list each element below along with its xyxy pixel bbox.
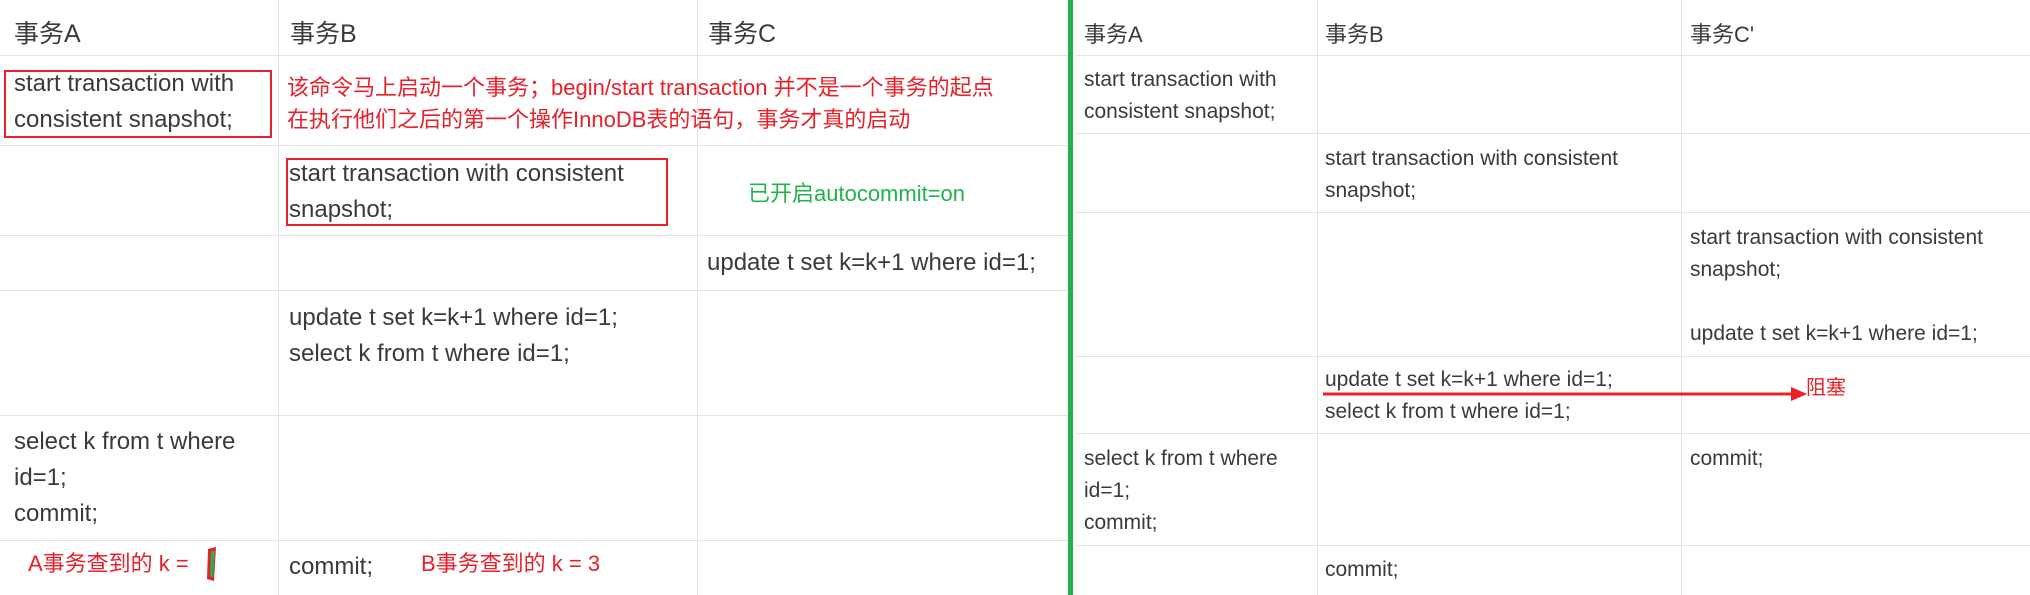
- right-table-panel: 事务A 事务B 事务C' start transaction with cons…: [1076, 0, 2030, 595]
- grid-hline: [0, 540, 1070, 541]
- grid-hline: [0, 290, 1070, 291]
- grid-vline: [1317, 0, 1318, 595]
- annotation-a-result: A事务查到的 k =: [28, 551, 189, 576]
- grid-vline: [278, 0, 279, 595]
- grid-hline: [0, 55, 1070, 56]
- grid-hline: [1076, 356, 2030, 357]
- cell-b-update-select: update t set k=k+1 where id=1; select k …: [289, 304, 618, 367]
- blocked-arrow-icon: [1323, 387, 1807, 401]
- header-transaction-a: 事务A: [14, 20, 81, 48]
- grid-hline: [1076, 133, 2030, 134]
- grid-hline: [1076, 433, 2030, 434]
- scribble-mark: [207, 547, 216, 581]
- grid-hline: [1076, 545, 2030, 546]
- grid-vline: [1681, 0, 1682, 595]
- cell-a-start-snapshot: start transaction with consistent snapsh…: [1084, 68, 1277, 123]
- highlight-box: [4, 70, 272, 138]
- grid-hline: [1076, 212, 2030, 213]
- cell-a-select-commit: select k from t where id=1; commit;: [1084, 447, 1278, 534]
- header-transaction-b: 事务B: [290, 20, 357, 48]
- annotation-start-note: 该命令马上启动一个事务；begin/start transaction 并不是一…: [287, 75, 994, 132]
- cell-b-commit: commit;: [1325, 558, 1399, 581]
- grid-hline: [1076, 55, 2030, 56]
- cell-c-commit: commit;: [1690, 447, 1764, 470]
- cell-c-start-update: start transaction with consistent snapsh…: [1690, 226, 1983, 345]
- annotation-blocked: 阻塞: [1806, 377, 1846, 399]
- panel-divider: [1068, 0, 1073, 595]
- cell-c-update: update t set k=k+1 where id=1;: [707, 249, 1036, 276]
- annotation-b-result: B事务查到的 k = 3: [421, 551, 601, 576]
- cell-b-commit: commit;: [289, 553, 373, 580]
- cell-b-start-snapshot: start transaction with consistent snapsh…: [1325, 147, 1618, 202]
- header-transaction-b: 事务B: [1325, 22, 1384, 47]
- cell-a-select-commit: select k from t where id=1; commit;: [14, 428, 236, 527]
- annotation-autocommit: 已开启autocommit=on: [748, 181, 966, 206]
- header-transaction-a: 事务A: [1084, 22, 1143, 47]
- header-transaction-c: 事务C: [708, 20, 777, 48]
- highlight-box: [286, 158, 668, 226]
- grid-hline: [0, 415, 1070, 416]
- grid-hline: [0, 145, 1070, 146]
- header-transaction-c-prime: 事务C': [1690, 22, 1755, 47]
- left-table-panel: 事务A 事务B 事务C start transaction with consi…: [0, 0, 1070, 595]
- grid-hline: [0, 235, 1070, 236]
